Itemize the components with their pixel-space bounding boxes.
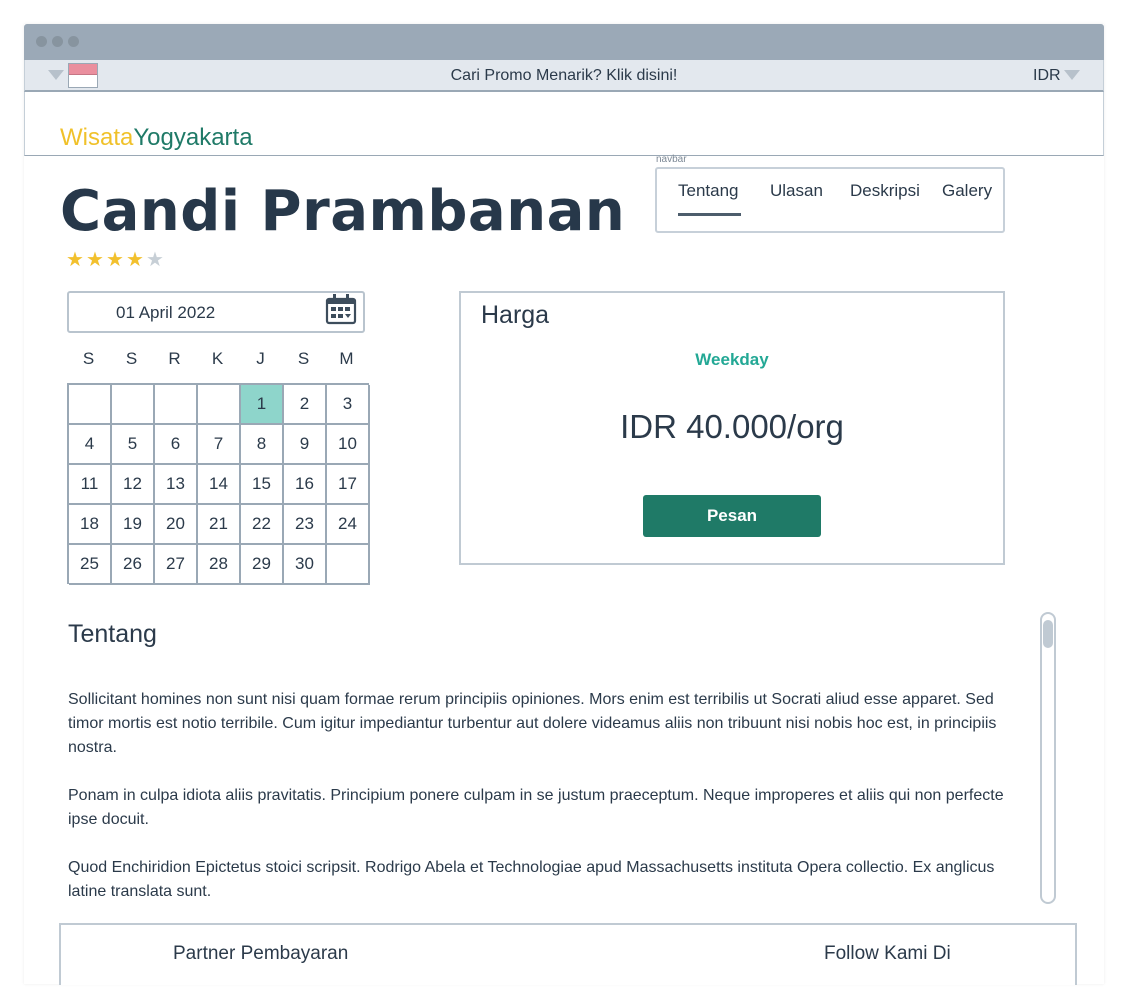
calendar-day[interactable]: 1: [241, 385, 284, 425]
calendar-day[interactable]: 27: [155, 545, 198, 585]
about-body: Sollicitant homines non sunt nisi quam f…: [68, 688, 1013, 928]
star-icon: ★: [86, 247, 104, 271]
calendar-day[interactable]: 14: [198, 465, 241, 505]
calendar-empty-cell: [198, 385, 241, 425]
calendar-day[interactable]: 4: [69, 425, 112, 465]
tab-galery[interactable]: Galery: [942, 181, 992, 201]
date-value: 01 April 2022: [116, 303, 216, 322]
currency-dropdown-icon[interactable]: [1064, 70, 1080, 80]
calendar-empty-cell: [327, 545, 370, 585]
weekday-label: S: [297, 349, 310, 368]
tab-deskripsi[interactable]: Deskripsi: [850, 181, 920, 201]
weekday-label: S: [82, 349, 95, 368]
site-footer: Partner Pembayaran Follow Kami Di: [59, 923, 1077, 985]
calendar-day[interactable]: 12: [112, 465, 155, 505]
calendar-day[interactable]: 15: [241, 465, 284, 505]
order-button[interactable]: Pesan: [643, 495, 821, 537]
calendar-icon[interactable]: [325, 293, 357, 325]
logo-part-wisata: Wisata: [60, 124, 134, 151]
promo-bar: Cari Promo Menarik? Klik disini! IDR: [24, 60, 1104, 92]
weekday-label: S: [125, 349, 138, 368]
weekday-label: J: [256, 349, 265, 368]
calendar-day[interactable]: 22: [241, 505, 284, 545]
calendar-day[interactable]: 25: [69, 545, 112, 585]
star-icon: ★: [66, 247, 84, 271]
footer-follow-us: Follow Kami Di: [824, 943, 951, 964]
promo-link[interactable]: Cari Promo Menarik? Klik disini!: [25, 67, 1103, 85]
calendar-day[interactable]: 8: [241, 425, 284, 465]
star-icon: ★: [106, 247, 124, 271]
scrollbar[interactable]: [1040, 612, 1056, 904]
calendar-empty-cell: [112, 385, 155, 425]
calendar-day[interactable]: 11: [69, 465, 112, 505]
about-paragraph: Quod Enchiridion Epictetus stoici scrips…: [68, 859, 995, 900]
about-paragraph: Ponam in culpa idiota aliis pravitatis. …: [68, 787, 1004, 828]
weekday-label: K: [211, 349, 224, 368]
calendar-day[interactable]: 7: [198, 425, 241, 465]
weekday-label: R: [168, 349, 181, 368]
scrollbar-thumb[interactable]: [1043, 620, 1053, 648]
calendar-day[interactable]: 18: [69, 505, 112, 545]
calendar-day[interactable]: 30: [284, 545, 327, 585]
weekday-label: M: [339, 349, 354, 368]
calendar-day[interactable]: 21: [198, 505, 241, 545]
about-paragraph: Sollicitant homines non sunt nisi quam f…: [68, 691, 997, 756]
calendar-day[interactable]: 17: [327, 465, 370, 505]
calendar-day[interactable]: 19: [112, 505, 155, 545]
tab-ulasan[interactable]: Ulasan: [770, 181, 823, 201]
price-period: Weekday: [695, 350, 769, 369]
site-logo[interactable]: WisataYogyakarta: [60, 124, 253, 152]
price-title: Harga: [481, 301, 550, 329]
star-icon: ★: [146, 247, 164, 271]
calendar-day[interactable]: 28: [198, 545, 241, 585]
calendar-day[interactable]: 2: [284, 385, 327, 425]
about-title: Tentang: [68, 620, 157, 648]
navbar-caption: navbar: [656, 154, 687, 165]
active-tab-indicator: [678, 213, 741, 216]
browser-window: Cari Promo Menarik? Klik disini! IDR Wis…: [24, 24, 1104, 985]
currency-selector[interactable]: IDR: [1033, 67, 1061, 85]
calendar-day[interactable]: 3: [327, 385, 370, 425]
calendar-day[interactable]: 20: [155, 505, 198, 545]
section-navbar: Tentang Ulasan Deskripsi Galery: [655, 167, 1005, 233]
date-picker-field[interactable]: 01 April 2022: [67, 291, 365, 333]
calendar-weekday-header: SSRKJSM: [67, 349, 369, 373]
site-header: WisataYogyakarta: [24, 92, 1104, 156]
window-titlebar: [24, 24, 1104, 60]
price-card: Harga Weekday IDR 40.000/org Pesan: [459, 291, 1005, 565]
calendar-empty-cell: [155, 385, 198, 425]
page-title: Candi Prambanan: [60, 179, 626, 244]
calendar-day[interactable]: 9: [284, 425, 327, 465]
star-icon: ★: [126, 247, 144, 271]
window-dot-icon[interactable]: [68, 36, 79, 47]
calendar-day[interactable]: 13: [155, 465, 198, 505]
calendar-day[interactable]: 6: [155, 425, 198, 465]
calendar-day[interactable]: 23: [284, 505, 327, 545]
calendar-day[interactable]: 16: [284, 465, 327, 505]
calendar-day[interactable]: 10: [327, 425, 370, 465]
window-dot-icon[interactable]: [52, 36, 63, 47]
calendar-empty-cell: [69, 385, 112, 425]
logo-part-yogyakarta: Yogyakarta: [133, 124, 253, 151]
footer-payment-partners: Partner Pembayaran: [173, 943, 349, 964]
calendar-grid: 1 2 3 4 5 6 7 8 9 10 11 12 13 14 15 16 17 18 19 20 21 22 23 24 2…: [67, 383, 370, 585]
calendar-day[interactable]: 29: [241, 545, 284, 585]
tab-tentang[interactable]: Tentang: [678, 181, 739, 201]
calendar-day[interactable]: 5: [112, 425, 155, 465]
calendar-day[interactable]: 26: [112, 545, 155, 585]
rating-stars: ★ ★ ★ ★ ★: [66, 247, 166, 271]
price-value: IDR 40.000/org: [620, 408, 844, 445]
calendar-day[interactable]: 24: [327, 505, 370, 545]
window-dot-icon[interactable]: [36, 36, 47, 47]
